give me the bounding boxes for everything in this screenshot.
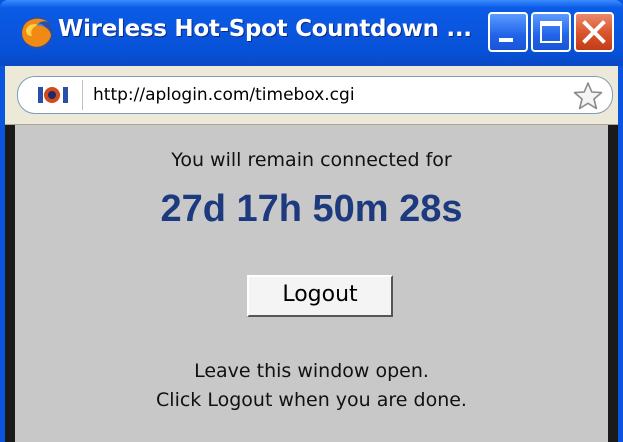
countdown-timer: 27d 17h 50m 28s: [160, 188, 463, 230]
close-button[interactable]: [574, 12, 614, 52]
star-icon[interactable]: [572, 80, 604, 112]
close-icon: [582, 20, 606, 44]
maximize-button[interactable]: [531, 12, 571, 52]
window-title: Wireless Hot-Spot Countdown ...: [58, 16, 472, 42]
site-identity-icon: [38, 87, 68, 103]
url-text: http://aplogin.com/timebox.cgi: [93, 85, 355, 105]
connection-message: You will remain connected for: [171, 149, 452, 171]
firefox-icon: [21, 17, 53, 49]
logout-button[interactable]: Logout: [247, 275, 393, 317]
browser-window: Wireless Hot-Spot Countdown ... http://a…: [0, 0, 623, 442]
minimize-button[interactable]: [488, 12, 528, 52]
page-content: You will remain connected for 27d 17h 50…: [5, 125, 618, 442]
minimize-icon: [499, 38, 513, 42]
address-toolbar: http://aplogin.com/timebox.cgi: [5, 66, 618, 125]
site-identity-button[interactable]: [22, 80, 83, 110]
instruction-line-2: Click Logout when you are done.: [156, 389, 467, 411]
maximize-icon: [540, 21, 562, 43]
instructions: Leave this window open. Click Logout whe…: [15, 357, 608, 415]
title-bar[interactable]: Wireless Hot-Spot Countdown ...: [0, 0, 623, 66]
address-field[interactable]: http://aplogin.com/timebox.cgi: [17, 76, 613, 114]
instruction-line-1: Leave this window open.: [194, 360, 429, 382]
window-frame-right: [618, 66, 623, 442]
